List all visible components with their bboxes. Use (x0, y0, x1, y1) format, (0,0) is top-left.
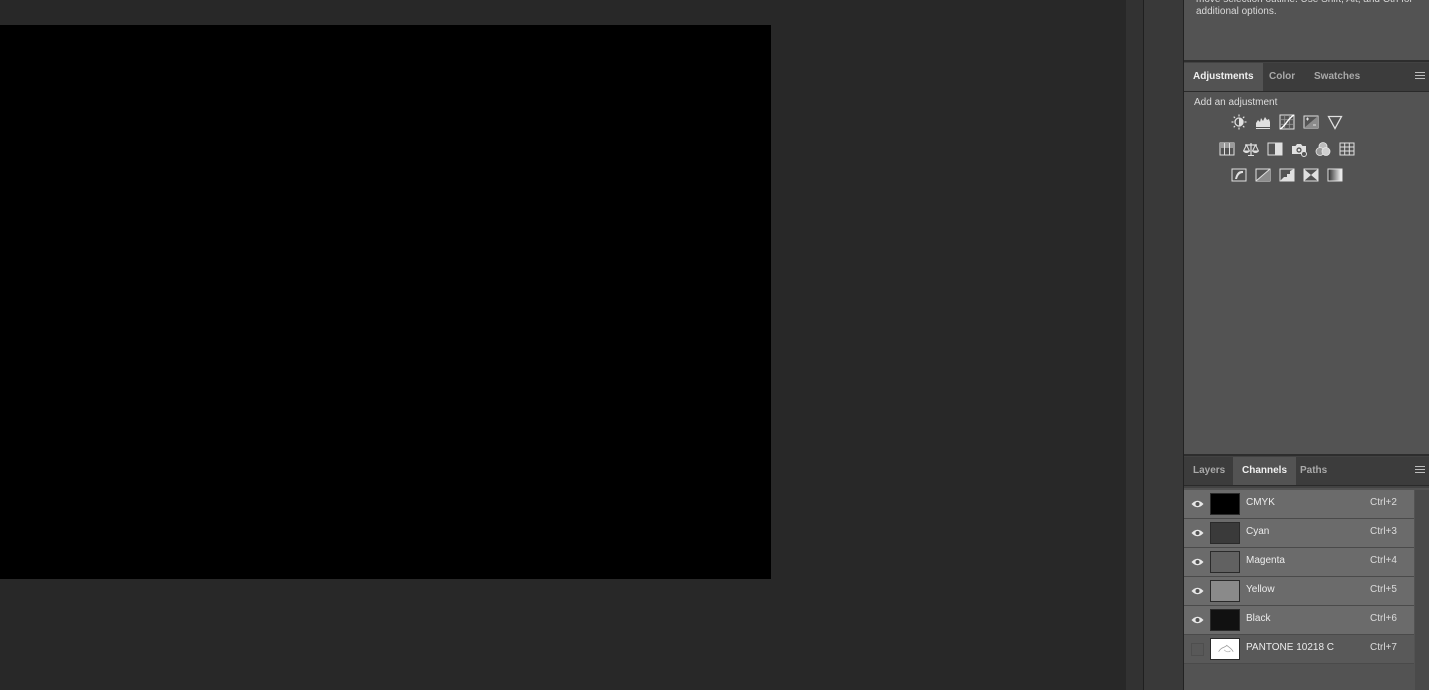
channels-panel-body: CMYK Ctrl+2 Cyan Ctrl+3 Magenta Ctrl+4 Y… (1184, 488, 1429, 690)
adjustments-panel-body: Add an adjustment (1184, 92, 1429, 456)
channel-thumbnail (1210, 580, 1240, 602)
channel-row-cmyk[interactable]: CMYK Ctrl+2 (1184, 490, 1414, 519)
brightness-contrast-icon[interactable] (1230, 113, 1248, 131)
panel-dock-collapse-strip[interactable] (1126, 0, 1144, 690)
panel-icon-dock[interactable] (1144, 0, 1184, 690)
panel-menu-icon[interactable] (1415, 72, 1425, 81)
tab-paths[interactable]: Paths (1291, 457, 1336, 485)
tab-adjustments[interactable]: Adjustments (1184, 63, 1263, 91)
channel-row-cyan[interactable]: Cyan Ctrl+3 (1184, 519, 1414, 548)
channel-shortcut: Ctrl+7 (1370, 642, 1397, 653)
channel-row-black[interactable]: Black Ctrl+6 (1184, 606, 1414, 635)
channels-tabbar: Layers Channels Paths (1184, 457, 1429, 486)
channel-shortcut: Ctrl+3 (1370, 526, 1397, 537)
channel-thumbnail (1210, 638, 1240, 660)
channel-shortcut: Ctrl+5 (1370, 584, 1397, 595)
tab-channels[interactable]: Channels (1233, 457, 1297, 485)
channel-shortcut: Ctrl+6 (1370, 613, 1397, 624)
color-lookup-icon[interactable] (1338, 140, 1356, 158)
hue-saturation-icon[interactable] (1218, 140, 1236, 158)
info-panel: move selection outline. Use Shift, Alt, … (1184, 0, 1429, 62)
exposure-icon[interactable] (1302, 113, 1320, 131)
channel-shortcut: Ctrl+4 (1370, 555, 1397, 566)
gradient-map-icon[interactable] (1326, 166, 1344, 184)
tab-layers[interactable]: Layers (1184, 457, 1234, 485)
channel-name: Cyan (1246, 526, 1270, 537)
selective-color-icon[interactable] (1302, 166, 1320, 184)
channel-thumbnail (1210, 609, 1240, 631)
channels-list: CMYK Ctrl+2 Cyan Ctrl+3 Magenta Ctrl+4 Y… (1184, 490, 1414, 664)
panel-menu-icon[interactable] (1415, 466, 1425, 475)
eye-icon[interactable] (1191, 528, 1204, 538)
channel-mixer-icon[interactable] (1314, 140, 1332, 158)
adjustment-row-2 (1218, 140, 1356, 158)
channel-name: Yellow (1246, 584, 1275, 595)
adjustments-title: Add an adjustment (1194, 97, 1278, 108)
info-hint-text: move selection outline. Use Shift, Alt, … (1196, 0, 1413, 17)
curves-icon[interactable] (1278, 113, 1296, 131)
adjustment-row-1 (1230, 113, 1344, 131)
eye-icon[interactable] (1191, 586, 1204, 596)
adjustment-row-3 (1230, 166, 1344, 184)
channels-scrollbar[interactable] (1415, 490, 1429, 690)
eye-icon[interactable] (1191, 615, 1204, 625)
levels-icon[interactable] (1254, 113, 1272, 131)
threshold-icon[interactable] (1278, 166, 1296, 184)
channel-row-pantone[interactable]: PANTONE 10218 C Ctrl+7 (1184, 635, 1414, 664)
channel-thumbnail (1210, 493, 1240, 515)
tab-swatches[interactable]: Swatches (1305, 63, 1369, 91)
channel-name: Magenta (1246, 555, 1285, 566)
invert-icon[interactable] (1230, 166, 1248, 184)
tab-color[interactable]: Color (1260, 63, 1304, 91)
channel-name: PANTONE 10218 C (1246, 642, 1335, 653)
color-balance-icon[interactable] (1242, 140, 1260, 158)
channel-row-magenta[interactable]: Magenta Ctrl+4 (1184, 548, 1414, 577)
posterize-icon[interactable] (1254, 166, 1272, 184)
eye-icon[interactable] (1191, 499, 1204, 509)
photo-filter-icon[interactable] (1290, 140, 1308, 158)
eye-icon[interactable] (1191, 557, 1204, 567)
panel-column: move selection outline. Use Shift, Alt, … (1184, 0, 1429, 690)
channel-shortcut: Ctrl+2 (1370, 497, 1397, 508)
adjustments-tabbar: Adjustments Color Swatches (1184, 63, 1429, 92)
document-canvas[interactable] (0, 25, 771, 579)
channel-row-yellow[interactable]: Yellow Ctrl+5 (1184, 577, 1414, 606)
visibility-toggle-off[interactable] (1191, 643, 1204, 656)
document-workspace[interactable] (0, 0, 1126, 690)
channel-name: CMYK (1246, 497, 1275, 508)
black-white-icon[interactable] (1266, 140, 1284, 158)
channel-name: Black (1246, 613, 1271, 624)
channel-thumbnail (1210, 551, 1240, 573)
vibrance-icon[interactable] (1326, 113, 1344, 131)
channel-thumbnail (1210, 522, 1240, 544)
spot-channel-preview-icon (1218, 644, 1234, 653)
